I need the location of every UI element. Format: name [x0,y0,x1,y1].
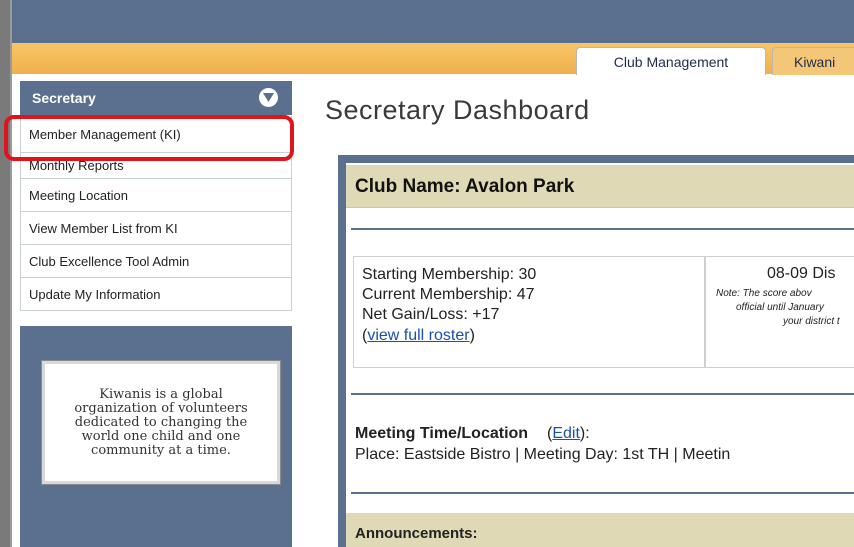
tab-label: Club Management [613,53,729,70]
meeting-heading: Meeting Time/Location [355,425,529,442]
current-membership: Current Membership: 47 [362,286,535,303]
top-banner [12,0,854,43]
sidebar-item-label: Meeting Location [29,187,129,203]
mission-quote: Kiwanis is a global organization of volu… [74,386,248,458]
edit-meeting-link[interactable]: Edit [552,425,580,442]
collapse-button[interactable] [259,88,278,107]
sidebar-item-club-excellence[interactable]: Club Excellence Tool Admin [20,245,292,278]
sidebar-item-view-member-list[interactable]: View Member List from KI [20,212,292,245]
paren: ) [469,327,475,344]
divider [351,228,854,230]
divider [351,492,854,494]
highlight-annotation [4,115,294,161]
sidebar-item-label: View Member List from KI [29,220,178,236]
paren: ): [579,425,590,442]
announcements-heading: Announcements: [355,525,478,542]
net-gain-loss: Net Gain/Loss: +17 [362,306,500,323]
club-name: Club Name: Avalon Park [355,176,575,197]
roster-link-line: (view full roster) [362,327,475,345]
tab-label: Kiwani [794,53,836,70]
sidebar-title: Secretary [32,90,96,106]
mission-quote-box: Kiwanis is a global organization of volu… [41,360,281,485]
starting-membership: Starting Membership: 30 [362,266,537,283]
sidebar-item-meeting-location[interactable]: Meeting Location [20,179,292,212]
tab-kiwanis[interactable]: Kiwani [772,47,854,75]
distinguished-note: your district t [783,316,840,327]
distinguished-note: Note: The score abov [716,288,812,299]
sidebar-item-label: Update My Information [29,286,161,302]
sidebar-header: Secretary [20,81,292,115]
distinguished-note: official until January [736,302,824,313]
view-full-roster-link[interactable]: view full roster [367,327,469,344]
page-title: Secretary Dashboard [325,95,590,125]
divider [351,393,854,395]
distinguished-title: 08-09 Dis [767,265,836,282]
meeting-edit-line: (Edit): [547,425,590,443]
window-left-border [0,0,12,547]
chevron-down-icon [263,93,274,102]
meeting-details: Place: Eastside Bistro | Meeting Day: 1s… [355,446,731,463]
tab-club-management[interactable]: Club Management [576,47,766,75]
sidebar-item-label: Club Excellence Tool Admin [29,253,190,269]
sidebar-item-update-info[interactable]: Update My Information [20,278,292,311]
